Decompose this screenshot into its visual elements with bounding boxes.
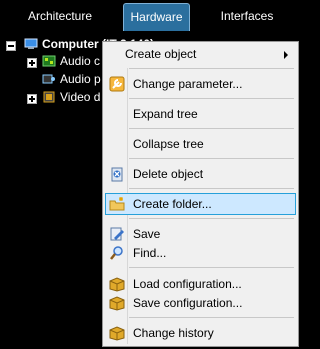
save-config-icon — [109, 296, 125, 311]
menu-item-create-folder[interactable]: Create folder... — [105, 193, 296, 215]
menu-item-label: Expand tree — [133, 107, 198, 121]
menu-item-label: Collapse tree — [133, 137, 204, 151]
context-menu: Create object Change parameter... Expand… — [102, 41, 299, 347]
menu-item-change-history[interactable]: Change history — [105, 322, 296, 344]
menu-item-label: Save configuration... — [133, 296, 243, 310]
history-icon — [109, 326, 125, 341]
menu-separator — [129, 68, 294, 69]
tab-bar: Architecture Hardware Interfaces — [0, 0, 301, 34]
menu-item-label: Create folder... — [133, 197, 212, 211]
menu-item-label: Change parameter... — [133, 77, 243, 91]
menu-separator — [129, 218, 294, 219]
tab-architecture[interactable]: Architecture — [4, 3, 116, 31]
tab-interfaces[interactable]: Interfaces — [197, 3, 297, 31]
tree-item-label[interactable]: Audio c — [60, 53, 100, 69]
menu-item-label: Find... — [133, 246, 167, 260]
tab-hardware[interactable]: Hardware — [123, 3, 190, 31]
tree-item-label[interactable]: Video d — [60, 89, 100, 105]
menu-item-collapse-tree[interactable]: Collapse tree — [105, 133, 296, 155]
menu-item-label: Delete object — [133, 167, 204, 181]
menu-item-save-configuration[interactable]: Save configuration... — [105, 292, 296, 314]
delete-icon — [111, 167, 123, 182]
collapse-icon[interactable] — [6, 41, 16, 51]
save-icon — [110, 227, 124, 241]
menu-separator — [129, 188, 294, 189]
menu-separator — [129, 317, 294, 318]
menu-separator — [129, 98, 294, 99]
menu-item-expand-tree[interactable]: Expand tree — [105, 103, 296, 125]
green-board-icon — [42, 55, 56, 67]
menu-item-label: Load configuration... — [133, 277, 242, 291]
load-config-icon — [109, 277, 125, 292]
expand-icon[interactable] — [27, 94, 37, 104]
menu-separator — [129, 158, 294, 159]
wrench-icon — [109, 76, 125, 92]
menu-item-label: Create object — [125, 47, 197, 61]
magnifier-icon — [110, 246, 123, 260]
new-folder-icon — [109, 197, 125, 211]
menu-separator — [129, 128, 294, 129]
menu-item-create-object[interactable]: Create object — [105, 43, 296, 65]
menu-item-label: Change history — [133, 326, 214, 340]
menu-separator — [129, 267, 294, 268]
menu-item-label: Save — [133, 227, 161, 241]
computer-icon — [24, 38, 38, 49]
expand-icon[interactable] — [27, 58, 37, 68]
menu-item-change-parameter[interactable]: Change parameter... — [105, 73, 296, 95]
audio-device-icon — [42, 74, 55, 84]
menu-item-find[interactable]: Find... — [105, 242, 296, 264]
submenu-arrow-icon — [284, 51, 288, 59]
video-chip-icon — [43, 91, 55, 103]
tree-item-label[interactable]: Audio p — [60, 71, 101, 87]
menu-item-delete-object[interactable]: Delete object — [105, 163, 296, 185]
